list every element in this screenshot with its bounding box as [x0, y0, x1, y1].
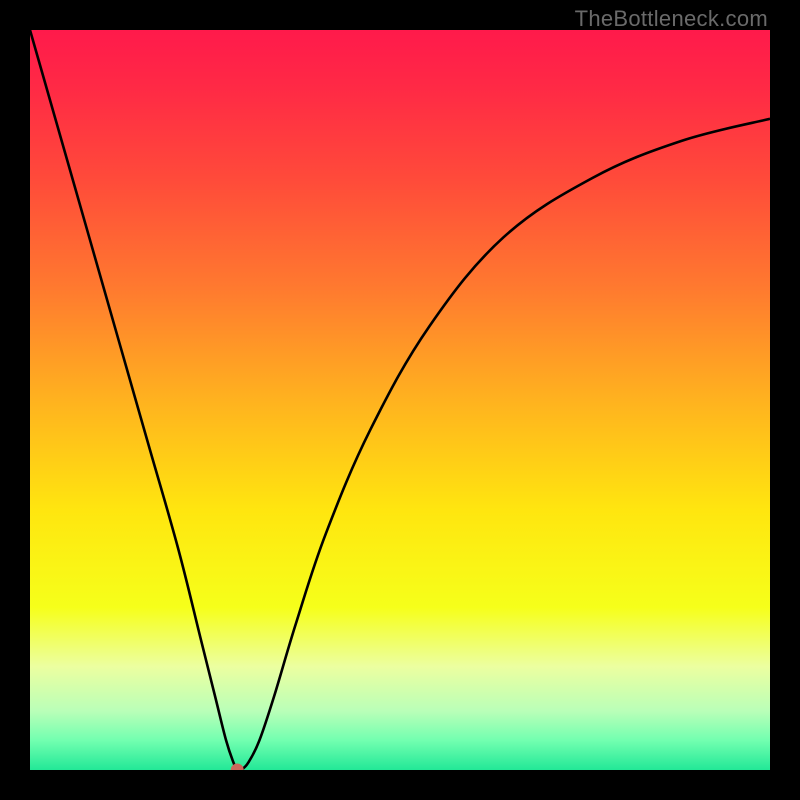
gradient-background [30, 30, 770, 770]
watermark-text: TheBottleneck.com [575, 6, 768, 32]
chart-svg [30, 30, 770, 770]
chart-frame: TheBottleneck.com [0, 0, 800, 800]
plot-area [30, 30, 770, 770]
